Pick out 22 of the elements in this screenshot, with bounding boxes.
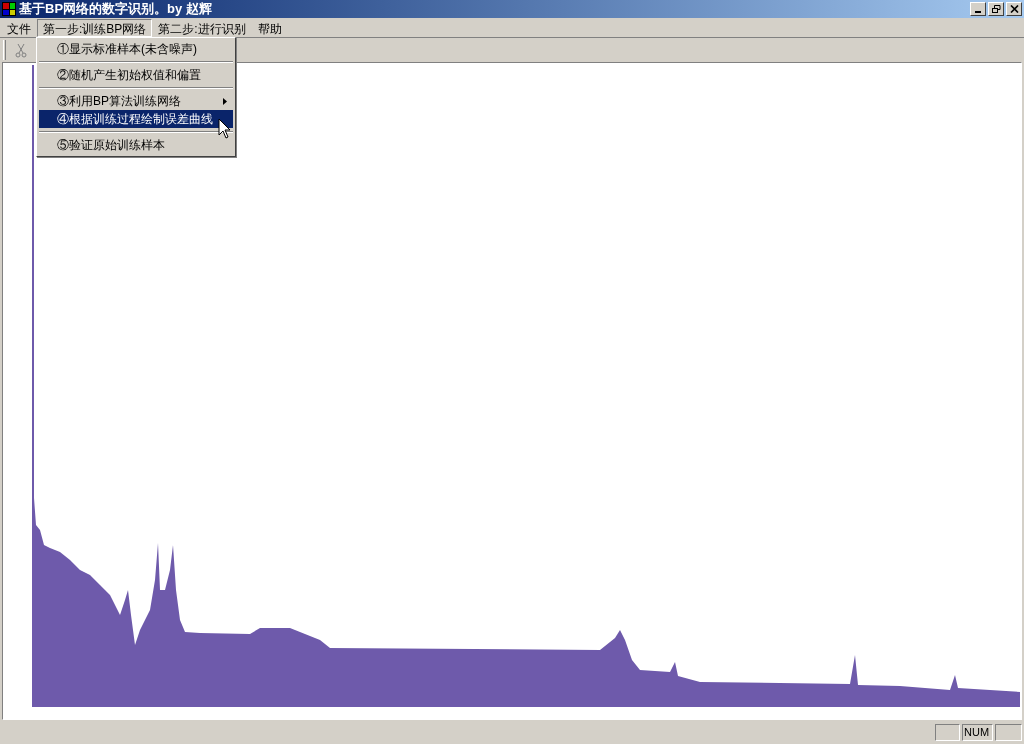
menu-item[interactable]: 第一步:训练BP网络 [37, 18, 153, 37]
status-pane [995, 723, 1022, 741]
menu-option[interactable]: ④根据训练过程绘制误差曲线 [39, 110, 233, 128]
minimize-button[interactable] [970, 2, 986, 16]
restore-button[interactable] [988, 2, 1004, 16]
menu-option[interactable]: ②随机产生初始权值和偏置 [39, 66, 233, 84]
menu-item[interactable]: 文件 [1, 18, 37, 37]
close-button[interactable] [1006, 2, 1022, 16]
mouse-cursor-icon [218, 118, 231, 139]
restore-icon [991, 5, 1001, 13]
app-icon [2, 2, 16, 16]
menu-item[interactable]: 第二步:进行识别 [152, 18, 252, 37]
menu-option[interactable]: ③利用BP算法训练网络 [39, 92, 233, 110]
num-lock-indicator: NUM [962, 723, 993, 741]
scissors-icon [15, 42, 27, 58]
menu-option[interactable]: ①显示标准样本(未含噪声) [39, 40, 233, 58]
menu-option[interactable]: ⑤验证原始训练样本 [39, 136, 233, 154]
window-title: 基于BP网络的数字识别。by 赵辉 [19, 0, 213, 19]
status-pane [935, 723, 960, 741]
menu-item[interactable]: 帮助 [251, 18, 288, 37]
close-icon [1009, 5, 1019, 13]
toolbar-gripper [3, 40, 6, 60]
